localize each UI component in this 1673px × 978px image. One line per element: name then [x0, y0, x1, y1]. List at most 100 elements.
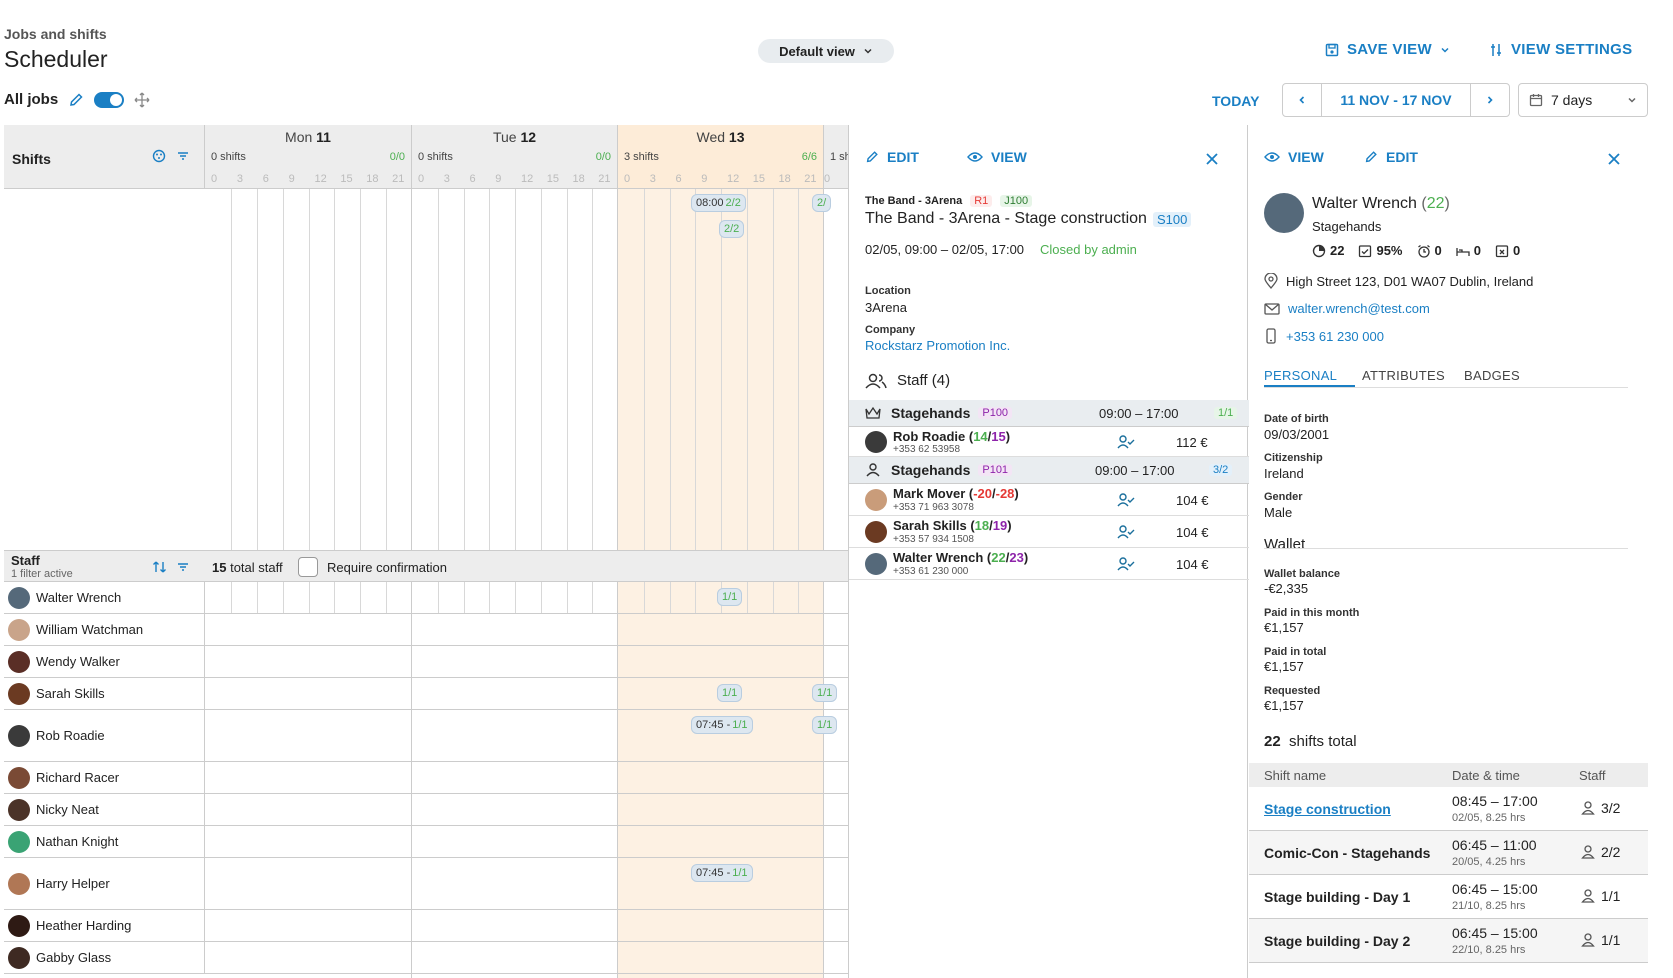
hour-tick: 6 — [675, 173, 682, 185]
shift-date: 22/10, 8.25 hrs — [1452, 944, 1526, 956]
shift-date: 21/10, 8.25 hrs — [1452, 900, 1526, 912]
col-shift-name: Shift name — [1264, 768, 1327, 783]
staff-shift-chip[interactable]: 1/1 — [717, 684, 743, 702]
staff-member-row[interactable]: Walter Wrench (22/23) +353 61 230 000 10… — [849, 548, 1249, 580]
avatar — [865, 553, 887, 575]
day-shift-count: 3 shifts — [624, 151, 659, 163]
user-check-icon[interactable] — [1117, 557, 1135, 571]
shift-chip-time: 07:45 - — [696, 719, 731, 731]
staff-label: Staff — [11, 553, 40, 568]
eye-icon — [1264, 151, 1280, 163]
chevron-down-icon — [1627, 95, 1637, 105]
staff-shift-chip[interactable]: 07:45 -1/1 — [691, 716, 753, 734]
pencil-icon[interactable] — [68, 92, 84, 108]
day-shift-count: 0 shifts — [211, 151, 246, 163]
day-header-mon: Mon 11 0 shifts 0/0 0 3 6 9 12 15 18 21 — [205, 125, 412, 189]
staff-phone[interactable]: +353 61 230 000 — [1286, 329, 1384, 344]
hour-tick: 6 — [262, 173, 269, 185]
staff-row[interactable]: Richard Racer — [4, 762, 848, 794]
edit-shift-button[interactable]: EDIT — [865, 149, 919, 165]
staff-row[interactable]: Wendy Walker — [4, 646, 848, 678]
hour-tick: 12 — [521, 173, 534, 185]
view-staff-button[interactable]: VIEW — [1264, 149, 1324, 165]
today-button[interactable]: TODAY — [1212, 93, 1259, 109]
days-select[interactable]: 7 days — [1518, 83, 1648, 117]
staff-shift-chip[interactable]: 1/1 — [717, 588, 743, 606]
staff-address: High Street 123, D01 WA07 Dublin, Irelan… — [1286, 273, 1534, 289]
color-palette-icon[interactable] — [152, 149, 166, 163]
tab-badges[interactable]: BADGES — [1464, 368, 1520, 383]
shifts-total-line: 22 shifts total — [1264, 733, 1357, 750]
staff-member-row[interactable]: Rob Roadie (14/15) +353 62 53958 112 € — [849, 427, 1249, 457]
location-value: 3Arena — [865, 300, 907, 315]
date-range-label[interactable]: 11 NOV - 17 NOV — [1321, 84, 1471, 116]
stat-shifts: 22 — [1330, 243, 1345, 258]
sort-icon[interactable] — [152, 560, 168, 574]
shift-detail-panel: EDIT VIEW The Band - 3Arena R1 J100 The … — [848, 125, 1249, 978]
staff-row[interactable]: Nathan Knight — [4, 826, 848, 858]
tab-personal[interactable]: PERSONAL — [1264, 368, 1337, 383]
edit-staff-button[interactable]: EDIT — [1364, 149, 1418, 165]
shift-chip-ratio: 1/1 — [722, 687, 738, 699]
table-row[interactable]: Stage building - Day 2 06:45 – 15:00 22/… — [1249, 919, 1648, 963]
avatar — [8, 650, 30, 673]
staff-group[interactable]: Stagehands P101 09:00 – 17:00 3/2 — [849, 457, 1249, 484]
table-row[interactable]: Stage construction 08:45 – 17:00 02/05, … — [1249, 787, 1648, 831]
table-row[interactable]: Stage building - Day 1 06:45 – 15:00 21/… — [1249, 875, 1648, 919]
tab-attributes[interactable]: ATTRIBUTES — [1362, 368, 1445, 383]
job-line: The Band - 3Arena R1 J100 — [865, 195, 1033, 207]
staff-row[interactable]: Nicky Neat — [4, 794, 848, 826]
prev-week-button[interactable] — [1283, 84, 1321, 116]
staff-member-row[interactable]: Mark Mover (-20/-28) +353 71 963 3078 10… — [849, 484, 1249, 516]
pie-chart-icon — [1312, 244, 1326, 258]
staff-row[interactable]: Gabby Glass — [4, 942, 848, 974]
shift-chip[interactable]: 2/ — [812, 194, 832, 212]
staff-row[interactable]: William Watchman — [4, 614, 848, 646]
staff-role: Stagehands — [1312, 219, 1382, 234]
shift-chip-ratio: 1/1 — [732, 719, 748, 731]
company-link[interactable]: Rockstarz Promotion Inc. — [865, 338, 1010, 353]
member-name: Rob Roadie — [893, 429, 966, 444]
require-confirmation-checkbox[interactable] — [298, 557, 318, 577]
shift-name-link[interactable]: Stage construction — [1264, 801, 1391, 817]
shift-chip-time: 08:00 — [696, 197, 724, 209]
table-row[interactable]: Comic-Con - Stagehands 06:45 – 11:00 20/… — [1249, 831, 1648, 875]
staff-email[interactable]: walter.wrench@test.com — [1288, 301, 1430, 316]
badge-s: S100 — [1152, 211, 1192, 227]
avatar — [8, 830, 30, 853]
shift-chip-ratio: 1/1 — [817, 687, 833, 699]
move-icon[interactable] — [134, 92, 150, 108]
next-week-button[interactable] — [1471, 84, 1509, 116]
staff-header: Staff 1 filter active 15 total staff Req… — [4, 550, 848, 582]
hour-ticks: 0 3 6 9 12 15 18 21 — [412, 173, 617, 189]
user-check-icon[interactable] — [1117, 493, 1135, 507]
close-icon[interactable] — [1205, 152, 1219, 166]
member-count-b: 19 — [992, 518, 1008, 533]
email-line: walter.wrench@test.com — [1264, 301, 1430, 316]
view-shift-button[interactable]: VIEW — [967, 149, 1027, 165]
staff-stats: 22 95% 0 0 0 — [1312, 243, 1520, 258]
staff-shift-chip[interactable]: 1/1 — [812, 716, 838, 734]
shift-chip[interactable]: 08:00 2/2 — [691, 194, 746, 212]
staff-shift-chip[interactable]: 07:45 -1/1 — [691, 864, 753, 882]
close-icon[interactable] — [1607, 152, 1621, 166]
staff-row[interactable]: Heather Harding — [4, 910, 848, 942]
filter-icon[interactable] — [176, 560, 190, 574]
user-check-icon[interactable] — [1117, 525, 1135, 539]
filter-icon[interactable] — [176, 149, 190, 163]
staff-member-row[interactable]: Sarah Skills (18/19) +353 57 934 1508 10… — [849, 516, 1249, 548]
staff-name: Walter Wrench — [1312, 195, 1417, 212]
save-icon — [1325, 43, 1339, 57]
user-check-icon[interactable] — [1117, 435, 1135, 449]
shift-chip-ratio: 1/1 — [817, 719, 833, 731]
hour-tick: 9 — [288, 173, 295, 185]
all-jobs-toggle[interactable] — [94, 91, 125, 108]
view-select[interactable]: Default view — [758, 39, 894, 63]
view-settings-button[interactable]: VIEW SETTINGS — [1489, 41, 1632, 58]
staff-group[interactable]: Stagehands P100 09:00 – 17:00 1/1 — [849, 400, 1249, 427]
staff-shift-chip[interactable]: 1/1 — [812, 684, 838, 702]
save-view-button[interactable]: SAVE VIEW — [1325, 41, 1450, 58]
staff-section-title: Staff (4) — [865, 372, 950, 389]
shift-chip[interactable]: 2/2 — [719, 220, 745, 238]
citizenship-value: Ireland — [1264, 466, 1304, 481]
